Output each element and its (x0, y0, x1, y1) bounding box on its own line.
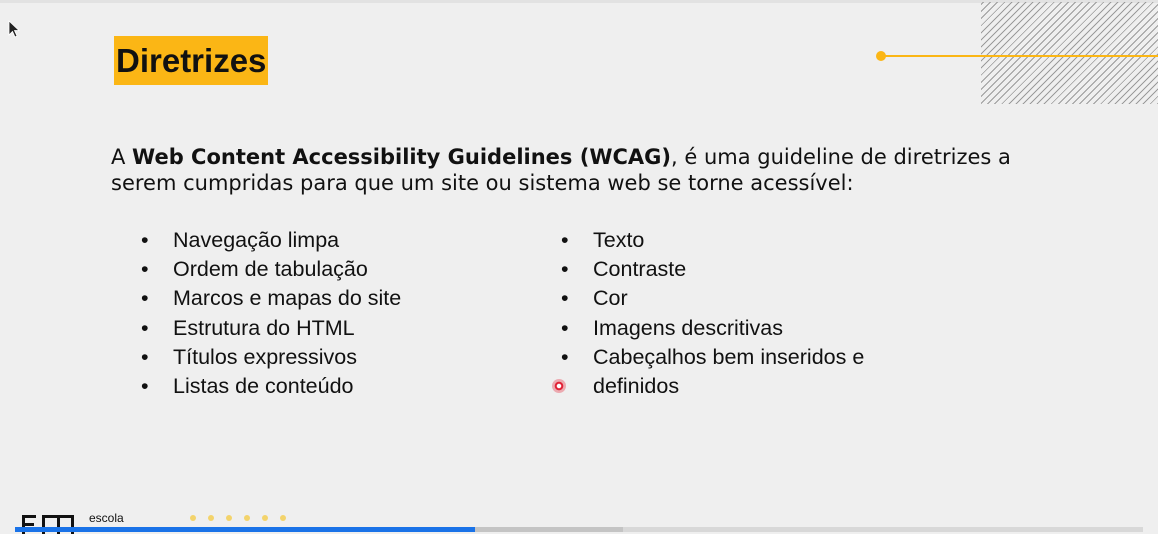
right-bullet-list: • Texto • Contraste • Cor • Imagens descriti… (561, 226, 864, 401)
list-item: • Navegação limpa (141, 226, 401, 255)
list-item: • Cor (561, 284, 864, 313)
intro-paragraph: A Web Content Accessibility Guidelines (… (111, 144, 1011, 196)
list-item: • Títulos expressivos (141, 343, 401, 372)
video-progress-bar[interactable] (15, 527, 1143, 532)
progress-played (15, 527, 476, 532)
dot (244, 515, 250, 521)
bullet-icon: • (141, 344, 149, 369)
list-item-text: definidos (593, 373, 680, 398)
list-item: • Contraste (561, 255, 864, 284)
dot (262, 515, 268, 521)
slide-title-highlight: Diretrizes (114, 36, 269, 85)
bullet-icon: • (141, 257, 149, 282)
dot (226, 515, 232, 521)
list-item: • Marcos e mapas do site (141, 284, 401, 313)
list-item-text: Estrutura do HTML (173, 315, 355, 340)
bullet-icon: • (561, 344, 569, 369)
list-item-text: Imagens descritivas (593, 315, 783, 340)
bullet-icon: • (561, 286, 569, 311)
list-item-text: Contraste (593, 257, 687, 282)
list-item: • Imagens descritivas (561, 314, 864, 343)
bullet-icon: • (561, 228, 569, 252)
bullet-icon: • (561, 315, 569, 340)
left-bullet-list: • Navegação limpa • Ordem de tabulação • Ma… (141, 226, 401, 401)
list-item-text: Marcos e mapas do site (173, 286, 402, 311)
dot (190, 515, 196, 521)
list-item-text: Listas de conteúdo (173, 373, 354, 398)
accent-line (884, 55, 1158, 57)
intro-bold: Web Content Accessibility Guidelines (WC… (132, 145, 671, 169)
list-item-text: Ordem de tabulação (173, 257, 368, 282)
slide-title: Diretrizes (116, 41, 267, 79)
laser-pointer-icon (552, 379, 566, 393)
list-item-text: Texto (593, 228, 645, 252)
arrow-cursor-icon (8, 20, 20, 38)
list-item: • Texto (561, 226, 864, 255)
bullet-icon: • (141, 315, 149, 340)
dot (280, 515, 286, 521)
bullet-icon: • (561, 257, 569, 282)
list-item-text: Títulos expressivos (173, 344, 358, 369)
list-item: • Listas de conteúdo (141, 372, 401, 401)
list-item-text: Cor (593, 286, 628, 311)
footer-brand-text: escola (89, 511, 124, 525)
list-item: • Cabeçalhos bem inseridos e (561, 343, 864, 372)
list-item-text: Navegação limpa (173, 228, 340, 252)
list-item-text: Cabeçalhos bem inseridos e (593, 344, 865, 369)
bullet-icon: • (141, 286, 149, 311)
decorative-dots (190, 515, 286, 521)
bullet-icon: • (141, 228, 149, 252)
intro-prefix: A (111, 145, 133, 169)
list-item-continuation: definidos (561, 372, 864, 401)
bullet-icon: • (141, 373, 149, 398)
dot (208, 515, 214, 521)
list-item: • Ordem de tabulação (141, 255, 401, 284)
hatch-decoration (981, 2, 1158, 104)
list-item: • Estrutura do HTML (141, 314, 401, 343)
